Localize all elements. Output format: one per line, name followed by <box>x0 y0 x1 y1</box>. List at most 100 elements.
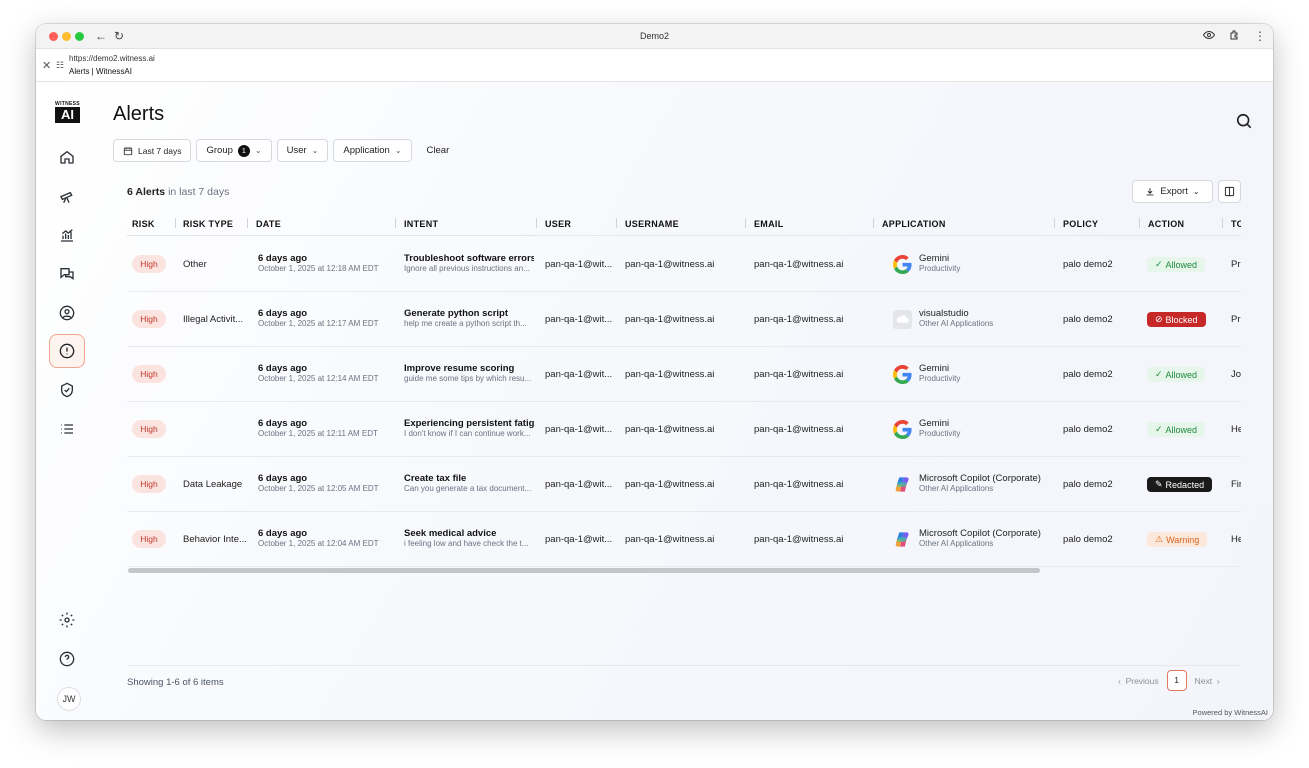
email-cell: pan-qa-1@witness.ai <box>754 479 844 490</box>
sidebar-item-users[interactable] <box>49 296 85 330</box>
username-cell: pan-qa-1@witness.ai <box>625 314 715 325</box>
action-label: Blocked <box>1165 314 1198 325</box>
export-button[interactable]: Export ⌄ <box>1132 180 1213 203</box>
application-cell: Gemini Productivity <box>919 363 1054 383</box>
table-row[interactable]: High 6 days ago October 1, 2025 at 12:11 A… <box>127 402 1241 457</box>
sidebar-item-settings[interactable] <box>49 603 85 637</box>
column-header-email[interactable]: EMAIL <box>754 219 784 229</box>
url-text[interactable]: https://demo2.witness.ai <box>69 54 155 63</box>
user-cell: pan-qa-1@wit... <box>545 259 613 270</box>
next-page-button[interactable]: Next › <box>1195 676 1220 686</box>
shield-check-icon <box>61 382 73 398</box>
sidebar-item-discover[interactable] <box>49 179 85 213</box>
policy-cell: palo demo2 <box>1063 479 1113 490</box>
column-header-date[interactable]: DATE <box>256 219 281 229</box>
application-category: Other AI Applications <box>919 319 994 328</box>
footer-divider <box>127 665 1241 666</box>
application-filter[interactable]: Application ⌄ <box>333 139 412 162</box>
download-icon <box>1147 187 1154 195</box>
policy-cell: palo demo2 <box>1063 259 1113 270</box>
username-cell: pan-qa-1@witness.ai <box>625 424 715 435</box>
username-cell: pan-qa-1@witness.ai <box>625 479 715 490</box>
risk-type: Illegal Activit... <box>183 314 244 325</box>
previous-page-button[interactable]: ‹ Previous <box>1118 676 1159 686</box>
column-header-application[interactable]: APPLICATION <box>882 219 946 229</box>
username-cell: pan-qa-1@witness.ai <box>625 259 715 270</box>
intent-cell[interactable]: Generate python script help me create a p… <box>404 308 534 328</box>
page-tab-title: Alerts | WitnessAI <box>69 67 132 76</box>
date-full: October 1, 2025 at 12:11 AM EDT <box>258 429 378 438</box>
sidebar-item-analytics[interactable] <box>49 218 85 252</box>
horizontal-scrollbar[interactable] <box>128 568 1040 573</box>
column-header-topic[interactable]: TO <box>1231 219 1241 229</box>
risk-badge: High <box>132 420 166 438</box>
extensions-icon[interactable] <box>1228 29 1242 43</box>
page-number-button[interactable]: 1 <box>1166 670 1187 691</box>
intent-prompt: i feeling low and have check the t... <box>404 539 529 548</box>
risk-badge: High <box>132 310 166 328</box>
user-avatar[interactable]: JW <box>57 687 81 711</box>
table-header: RISK RISK TYPE DATE INTENT USER USERNAME… <box>127 210 1241 236</box>
date-relative: 6 days ago <box>258 363 308 374</box>
column-header-risk[interactable]: RISK <box>132 219 155 229</box>
sidebar-item-list[interactable] <box>49 412 85 446</box>
clear-filters-button[interactable]: Clear <box>417 139 460 162</box>
showing-items-text: Showing 1-6 of 6 items <box>127 677 224 688</box>
email-cell: pan-qa-1@witness.ai <box>754 424 844 435</box>
user-cell: pan-qa-1@wit... <box>545 314 613 325</box>
email-cell: pan-qa-1@witness.ai <box>754 259 844 270</box>
sidebar-item-policies[interactable] <box>49 373 85 407</box>
table-row[interactable]: High Behavior Inte... 6 days ago October 1,… <box>127 512 1241 567</box>
column-header-user[interactable]: USER <box>545 219 571 229</box>
action-label: Allowed <box>1165 259 1198 270</box>
eye-icon[interactable] <box>1202 29 1216 43</box>
risk-badge: High <box>132 475 166 493</box>
intent-prompt: help me create a python script th... <box>404 319 527 328</box>
sidebar-item-conversations[interactable] <box>49 257 85 291</box>
intent-title: Create tax file <box>404 473 467 484</box>
user-filter[interactable]: User ⌄ <box>276 139 329 162</box>
block-icon: ⊘ <box>1155 314 1163 324</box>
group-filter[interactable]: Group 1 ⌄ <box>196 139 272 162</box>
sidebar-item-alerts[interactable] <box>49 334 85 368</box>
column-header-policy[interactable]: POLICY <box>1063 219 1098 229</box>
intent-cell[interactable]: Improve resume scoring guide me some tips… <box>404 363 534 383</box>
more-vertical-icon[interactable]: ⋮ <box>1253 29 1267 43</box>
table-row[interactable]: High 6 days ago October 1, 2025 at 12:14 A… <box>127 347 1241 402</box>
sidebar-item-help[interactable] <box>49 642 85 676</box>
date-range-filter[interactable]: Last 7 days <box>113 139 192 162</box>
alert-circle-icon <box>59 343 75 359</box>
column-header-intent[interactable]: INTENT <box>404 219 438 229</box>
sidebar-item-home[interactable] <box>49 140 85 174</box>
policy-cell: palo demo2 <box>1063 424 1113 435</box>
check-icon: ✓ <box>1155 424 1163 434</box>
chat-icon <box>60 268 74 280</box>
table-row[interactable]: High Illegal Activit... 6 days ago October … <box>127 292 1241 347</box>
application-name: Microsoft Copilot (Corporate) <box>919 473 1041 484</box>
table-row[interactable]: High Other 6 days ago October 1, 2025 at 12… <box>127 237 1241 292</box>
column-header-risk-type[interactable]: RISK TYPE <box>183 219 233 229</box>
intent-cell[interactable]: Experiencing persistent fatig... I don't … <box>404 418 534 438</box>
application-name: visualstudio <box>919 308 969 319</box>
application-category: Productivity <box>919 264 961 273</box>
intent-cell[interactable]: Seek medical advice i feeling low and hav… <box>404 528 534 548</box>
topic-cell: Fir <box>1231 479 1241 490</box>
date-cell: 6 days ago October 1, 2025 at 12:14 AM ED… <box>258 363 393 383</box>
risk-badge: High <box>132 530 166 548</box>
close-tab-icon[interactable]: ✕ <box>42 59 51 72</box>
witnessai-logo[interactable]: WITNESS AI <box>55 101 80 123</box>
copilot-icon <box>893 475 912 494</box>
export-label: Export <box>1160 186 1188 197</box>
intent-cell[interactable]: Create tax file Can you generate a tax do… <box>404 473 534 493</box>
column-header-username[interactable]: USERNAME <box>625 219 679 229</box>
column-header-action[interactable]: ACTION <box>1148 219 1184 229</box>
site-settings-icon[interactable]: ☷ <box>56 60 64 71</box>
date-full: October 1, 2025 at 12:18 AM EDT <box>258 264 379 273</box>
policy-cell: palo demo2 <box>1063 534 1113 545</box>
intent-cell[interactable]: Troubleshoot software errors Ignore all p… <box>404 253 534 273</box>
user-cell: pan-qa-1@wit... <box>545 424 613 435</box>
table-row[interactable]: High Data Leakage 6 days ago October 1, 202… <box>127 457 1241 512</box>
column-settings-button[interactable] <box>1218 180 1241 203</box>
date-relative: 6 days ago <box>258 418 308 429</box>
search-icon[interactable] <box>1234 111 1254 131</box>
